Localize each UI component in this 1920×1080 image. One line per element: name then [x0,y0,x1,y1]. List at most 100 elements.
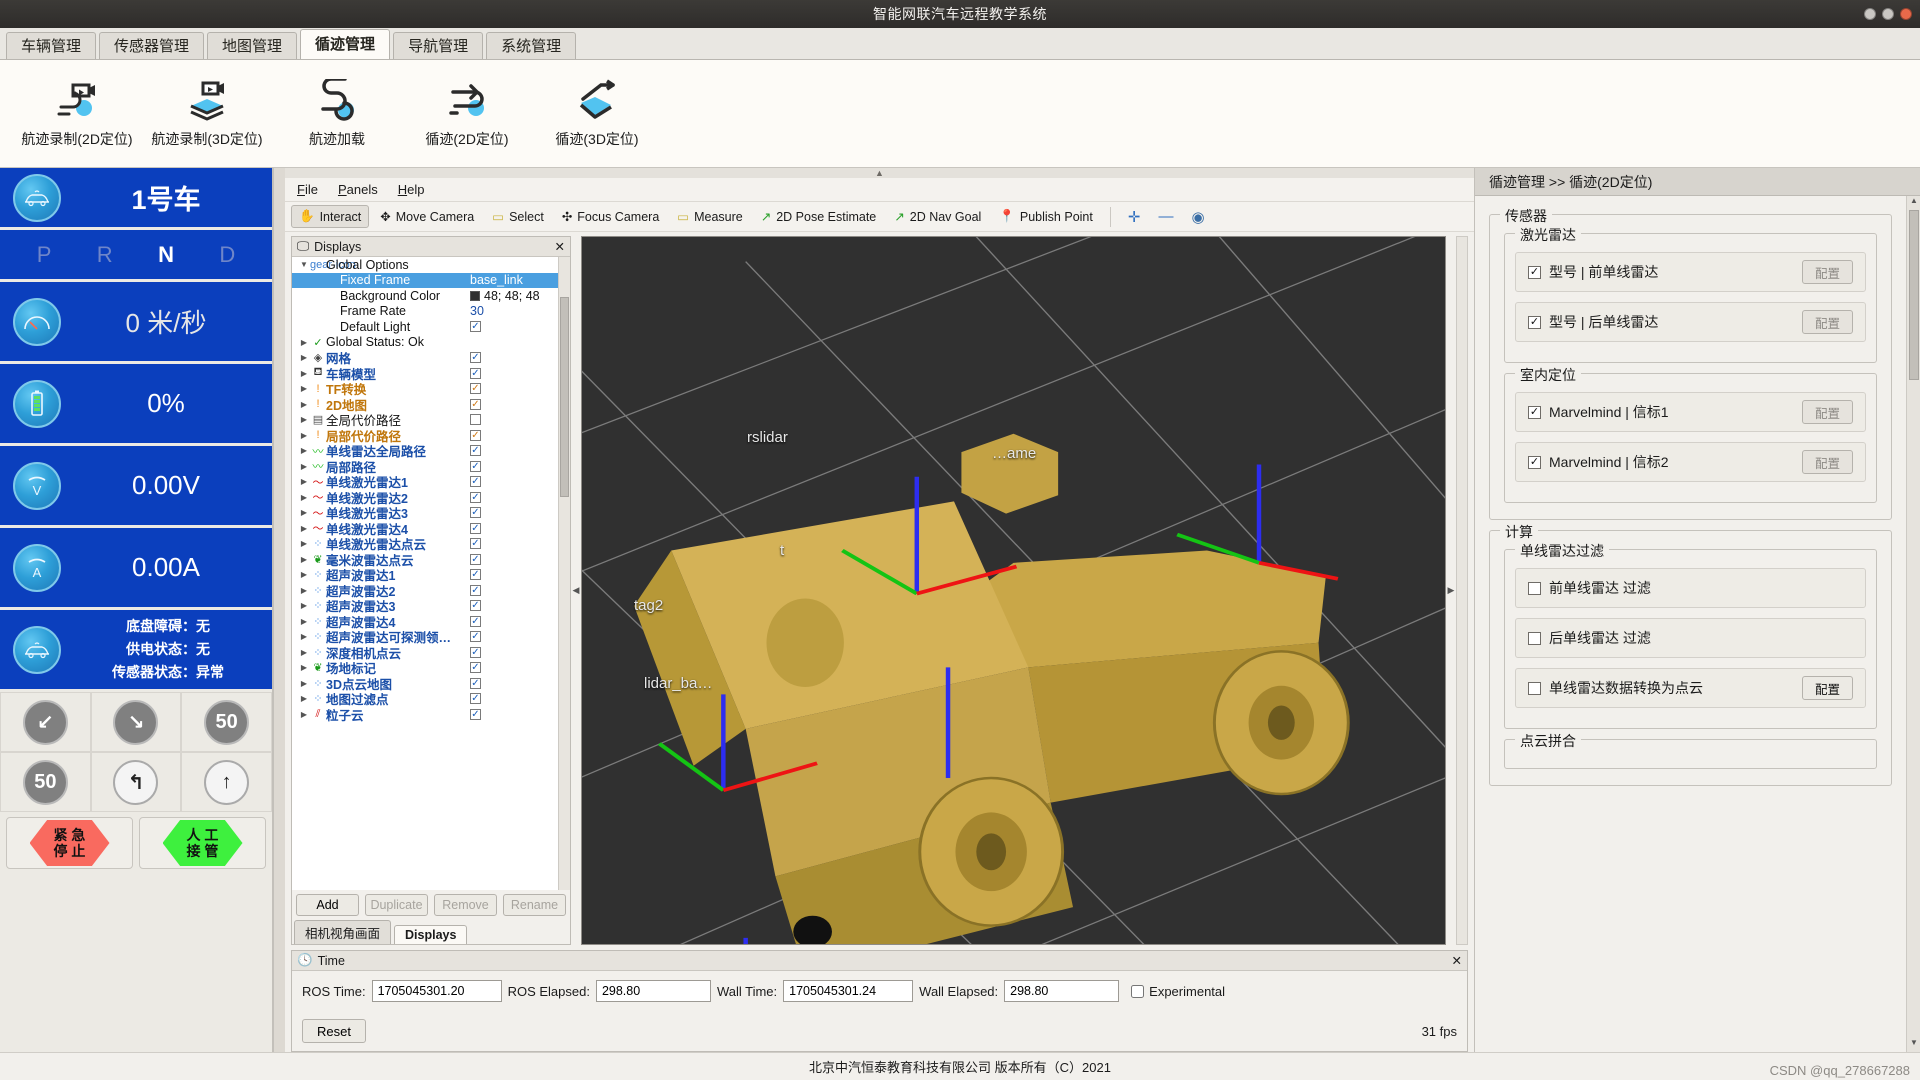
config-item-checkbox[interactable]: ✓ [1528,315,1541,329]
tree-node-checkbox[interactable]: ✓ [470,600,481,612]
wall-time-input[interactable] [783,980,914,1002]
tree-expand-arrow[interactable]: ▶ [298,369,310,378]
experimental-checkbox[interactable] [1131,984,1145,998]
config-item-checkbox-label[interactable]: ✓ Marvelmind | 信标2 [1528,452,1802,472]
tree-expand-arrow[interactable]: ▶ [298,632,310,641]
view-splitter-left[interactable]: ◀ [571,236,581,945]
tree-expand-arrow[interactable]: ▶ [298,508,310,517]
tree-expand-arrow[interactable]: ▼ [298,260,310,269]
tree-expand-arrow[interactable]: ▶ [298,431,310,440]
tree-node-checkbox[interactable]: ✓ [470,538,481,550]
config-item-button[interactable]: 配置 [1801,400,1853,424]
tree-expand-arrow[interactable]: ▶ [298,493,310,502]
scroll-up-icon[interactable]: ▲ [1907,196,1920,210]
config-item-checkbox-label[interactable]: ✓ 型号 | 后单线雷达 [1528,312,1802,332]
config-item-checkbox-label[interactable]: 后单线雷达 过滤 [1528,628,1853,648]
config-item-checkbox[interactable]: ✓ [1528,405,1541,419]
displays-tree-scrollbar[interactable] [558,257,570,890]
tree-node-value[interactable]: 48; 48; 48 [470,289,540,303]
rviz-splitter-handle[interactable]: ▲ [285,168,1474,178]
tree-expand-arrow[interactable]: ▶ [298,710,310,719]
tree-node-checkbox[interactable]: ✓ [470,445,481,457]
config-item-checkbox-label[interactable]: ✓ Marvelmind | 信标1 [1528,402,1802,422]
tree-expand-arrow[interactable]: ▶ [298,384,310,393]
ros-elapsed-input[interactable] [595,980,711,1002]
dock-tab-1[interactable]: Displays [394,925,468,944]
rviz-3d-view[interactable]: rslidar …ame t tag2 lidar_ba… [581,236,1446,945]
rviz-menu-help[interactable]: Help [398,182,425,197]
displays-close-icon[interactable]: ✕ [555,239,565,254]
tree-expand-arrow[interactable]: ▶ [298,446,310,455]
config-item-checkbox[interactable] [1528,681,1541,695]
displays-tree[interactable]: ▼ gear-icon Global Options Fixed Frame base_… [292,257,558,890]
tab-5[interactable]: 系统管理 [486,32,577,59]
sign-cell-5[interactable]: ↑ [181,752,272,812]
maximize-icon[interactable] [1882,8,1894,20]
tree-node-checkbox[interactable]: ✓ [470,367,481,379]
display-tree-row-0[interactable]: ▼ gear-icon Global Options [292,257,558,273]
tree-node-checkbox[interactable]: ✓ [470,429,481,441]
tree-expand-arrow[interactable]: ▶ [298,524,310,533]
config-item-checkbox-label[interactable]: ✓ 型号 | 前单线雷达 [1528,262,1802,282]
tree-node-checkbox[interactable]: ✓ [470,569,481,581]
tree-expand-arrow[interactable]: ▶ [298,586,310,595]
tree-node-checkbox[interactable]: ✓ [470,491,481,503]
minimize-icon[interactable] [1864,8,1876,20]
config-item-button[interactable]: 配置 [1801,676,1853,700]
tree-expand-arrow[interactable]: ▶ [298,338,310,347]
tree-node-checkbox[interactable]: ✓ [470,584,481,596]
display-tree-row-4[interactable]: Default Light ✓ [292,319,558,335]
tree-expand-arrow[interactable]: ▶ [298,601,310,610]
manual-takeover-button[interactable]: 人 工 接 管 [139,817,266,869]
gear-N[interactable]: N [158,242,174,268]
add-tool-icon[interactable]: ✛ [1121,205,1148,229]
rviz-tool-4[interactable]: ▭ Measure [670,206,749,227]
scroll-thumb[interactable] [1909,210,1919,380]
rviz-tool-0[interactable]: ✋ Interact [291,205,370,228]
tree-node-checkbox[interactable]: ✓ [470,476,481,488]
tree-node-checkbox[interactable]: ✓ [470,383,481,395]
tree-node-checkbox[interactable]: ✓ [470,352,481,364]
time-panel-close-icon[interactable]: ✕ [1452,953,1462,968]
wall-elapsed-input[interactable] [1004,980,1120,1002]
tab-3[interactable]: 循迹管理 [300,29,391,59]
tree-node-checkbox[interactable]: ✓ [470,662,481,674]
ribbon-item-3[interactable]: 循迹(2D定位) [404,68,530,160]
tree-expand-arrow[interactable]: ▶ [298,648,310,657]
tree-expand-arrow[interactable]: ▶ [298,570,310,579]
rviz-menu-file[interactable]: File [297,182,318,197]
ribbon-item-4[interactable]: 循迹(3D定位) [534,68,660,160]
config-item-button[interactable]: 配置 [1801,310,1853,334]
ribbon-item-2[interactable]: 航迹加载 [274,68,400,160]
tree-node-value[interactable]: base_link [470,273,523,287]
tree-node-checkbox[interactable]: ✓ [470,460,481,472]
tree-expand-arrow[interactable]: ▶ [298,679,310,688]
ros-time-input[interactable] [371,980,502,1002]
rviz-tool-1[interactable]: ✥ Move Camera [373,206,481,227]
tree-node-checkbox[interactable]: ✓ [470,507,481,519]
tree-expand-arrow[interactable]: ▶ [298,462,310,471]
config-item-checkbox-label[interactable]: 单线雷达数据转换为点云 [1528,678,1802,698]
remove-tool-icon[interactable]: — [1151,205,1180,228]
config-item-button[interactable]: 配置 [1801,450,1853,474]
sign-cell-2[interactable]: 50 [181,692,272,752]
tab-0[interactable]: 车辆管理 [6,32,97,59]
tree-expand-arrow[interactable]: ▶ [298,539,310,548]
gear-selector[interactable]: PRND [0,242,272,268]
tree-node-checkbox[interactable]: ✓ [470,398,481,410]
display-tree-row-1[interactable]: Fixed Frame base_link [292,272,558,288]
tree-expand-arrow[interactable]: ▶ [298,415,310,424]
reset-button[interactable]: Reset [302,1019,366,1043]
tree-node-value[interactable]: 30 [470,304,484,318]
emergency-stop-button[interactable]: 紧 急 停 止 [6,817,133,869]
tree-expand-arrow[interactable]: ▶ [298,477,310,486]
sign-cell-1[interactable]: ↘ [90,692,182,752]
remove-display-button[interactable]: Remove [434,894,497,916]
tree-expand-arrow[interactable]: ▶ [298,617,310,626]
rviz-tool-6[interactable]: ↗ 2D Nav Goal [887,206,988,227]
add-display-button[interactable]: Add [296,894,359,916]
duplicate-display-button[interactable]: Duplicate [365,894,428,916]
dock-tab-0[interactable]: 相机视角画面 [294,920,392,944]
tree-node-checkbox[interactable]: ✓ [470,631,481,643]
config-item-checkbox-label[interactable]: 前单线雷达 过滤 [1528,578,1853,598]
